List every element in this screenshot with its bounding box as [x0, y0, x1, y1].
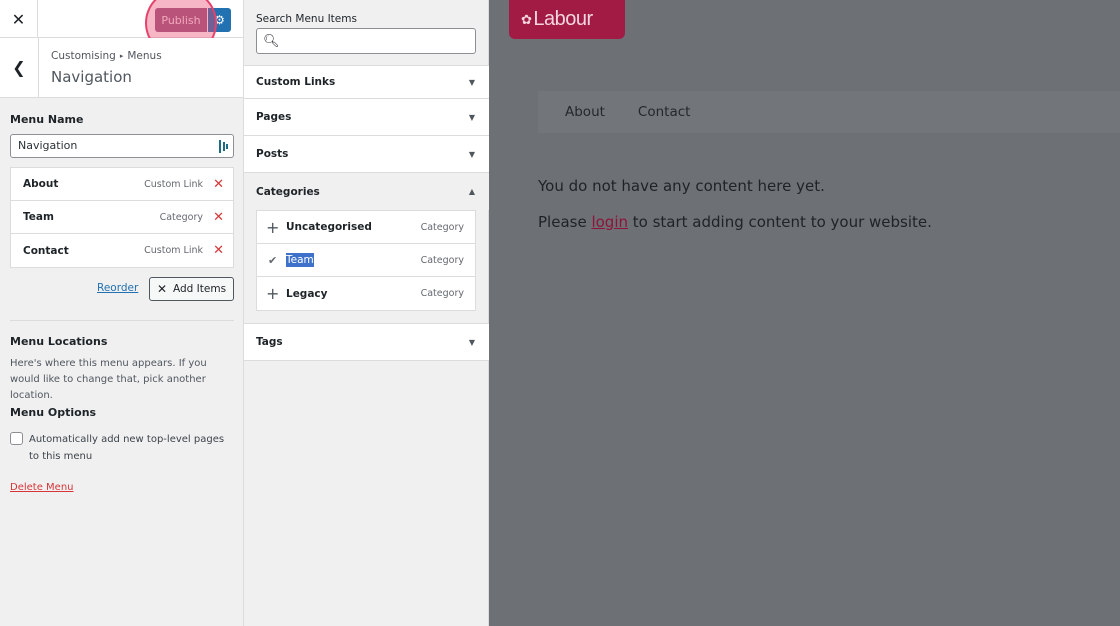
accordion-label: Posts — [256, 148, 289, 160]
gear-icon[interactable]: ⚙ — [208, 8, 231, 32]
add-items-button[interactable]: ✕ Add Items — [149, 277, 234, 301]
category-type: Category — [420, 254, 464, 266]
menu-item-title: About — [23, 178, 59, 190]
accordion-label: Pages — [256, 111, 292, 123]
accordion-pages[interactable]: Pages ▼ — [244, 98, 489, 136]
login-link[interactable]: login — [591, 213, 628, 231]
menu-options-title: Menu Options — [10, 406, 97, 419]
customizer-panel: ✕ Publish ⚙ ❮ Customising ▸ Menus Navigati… — [0, 0, 244, 626]
close-icon[interactable]: ✕ — [0, 0, 38, 38]
empty-content-message: You do not have any content here yet. — [538, 177, 825, 195]
auto-add-pages-label[interactable]: Automatically add new top-level pages to… — [29, 431, 234, 465]
menu-item-type: Custom Link — [144, 245, 203, 256]
publish-button[interactable]: Publish — [155, 8, 207, 32]
menu-locations-description: Here's where this menu appears. If you w… — [10, 358, 207, 401]
plus-icon: + — [266, 217, 280, 237]
menu-locations-title: Menu Locations — [10, 335, 108, 348]
category-row-uncategorised[interactable]: + Uncategorised Category — [257, 211, 475, 244]
menu-item-about[interactable]: About Custom Link ✕ — [11, 168, 233, 201]
accordion-tags[interactable]: Tags ▼ — [244, 323, 489, 361]
search-icon: 🔍︎ — [263, 34, 280, 49]
chevron-down-icon: ▼ — [468, 112, 475, 122]
menu-item-title: Contact — [23, 244, 69, 257]
menu-name-label: Menu Name — [10, 113, 84, 126]
login-prompt: Please login to start adding content to … — [538, 213, 932, 231]
search-label: Search Menu Items — [256, 13, 357, 25]
login-prompt-after: to start adding content to your website. — [628, 213, 932, 231]
menu-item-team[interactable]: Team Category ✕ — [11, 201, 233, 234]
accordion-label: Custom Links — [256, 76, 336, 88]
category-title: Uncategorised — [286, 221, 372, 233]
site-navigation: About Contact — [538, 91, 1120, 133]
chevron-down-icon: ▼ — [468, 77, 475, 87]
customizer-header: ✕ Publish ⚙ — [0, 0, 243, 58]
checkmark-icon: ✔ — [268, 253, 278, 267]
menu-items-list: About Custom Link ✕ Team Category ✕ Cont… — [10, 167, 234, 268]
site-logo[interactable]: ✿ Labour — [509, 0, 625, 39]
logo-text: Labour — [533, 8, 593, 30]
accordion-categories[interactable]: Categories ▲ — [244, 172, 489, 210]
accordion-label: Categories — [256, 185, 320, 198]
add-items-label: Add Items — [173, 283, 227, 295]
reorder-link[interactable]: Reorder — [97, 282, 138, 294]
category-type: Category — [420, 221, 464, 233]
login-prompt-before: Please — [538, 213, 592, 231]
menu-name-value: Navigation — [18, 139, 78, 152]
search-input[interactable]: 🔍︎ — [256, 28, 476, 54]
remove-icon[interactable]: ✕ — [213, 210, 224, 225]
close-icon: ✕ — [156, 282, 167, 296]
accordion-custom-links[interactable]: Custom Links ▼ — [244, 65, 489, 99]
remove-icon[interactable]: ✕ — [213, 177, 224, 192]
accordion-label: Tags — [256, 336, 283, 348]
menu-item-type: Custom Link — [144, 178, 203, 190]
delete-menu-link[interactable]: Delete Menu — [10, 482, 74, 493]
categories-list: + Uncategorised Category ✔ Team Category… — [256, 210, 476, 311]
breadcrumb: Customising ▸ Menus — [51, 50, 162, 62]
menu-name-field[interactable]: Navigation — [10, 134, 234, 158]
section-title-bar: ❮ Customising ▸ Menus Navigation — [0, 38, 243, 98]
nav-link-contact[interactable]: Contact — [638, 104, 691, 120]
remove-icon[interactable]: ✕ — [213, 243, 224, 258]
breadcrumb-separator-icon: ▸ — [119, 52, 124, 60]
category-row-team[interactable]: ✔ Team Category — [257, 244, 475, 277]
back-arrow-icon[interactable]: ❮ — [0, 38, 39, 97]
plus-icon: + — [266, 284, 280, 303]
category-type: Category — [420, 288, 464, 299]
breadcrumb-parent: Customising — [51, 50, 116, 62]
site-preview: ✿ Labour About Contact You do not have an… — [489, 0, 1120, 626]
accordion-posts[interactable]: Posts ▼ — [244, 135, 489, 173]
chevron-down-icon: ▼ — [468, 337, 475, 347]
category-row-legacy[interactable]: + Legacy Category — [257, 277, 475, 310]
breadcrumb-current: Menus — [127, 50, 162, 62]
nav-link-about[interactable]: About — [565, 104, 605, 120]
selected-text: Team — [286, 253, 314, 267]
available-menu-items-panel: Search Menu Items 🔍︎ Custom Links ▼ Page… — [244, 0, 489, 626]
category-title: Team — [286, 253, 314, 267]
auto-add-pages-checkbox[interactable] — [10, 432, 23, 445]
chevron-down-icon: ▼ — [468, 149, 475, 159]
chevron-up-icon: ▲ — [468, 187, 475, 196]
category-title: Legacy — [286, 287, 328, 300]
rose-icon: ✿ — [521, 11, 532, 27]
menu-item-title: Team — [23, 211, 54, 223]
page-title: Navigation — [51, 68, 132, 86]
password-manager-icon[interactable] — [219, 140, 229, 153]
menu-item-type: Category — [159, 211, 203, 223]
menu-item-contact[interactable]: Contact Custom Link ✕ — [11, 234, 233, 267]
divider — [10, 320, 234, 321]
